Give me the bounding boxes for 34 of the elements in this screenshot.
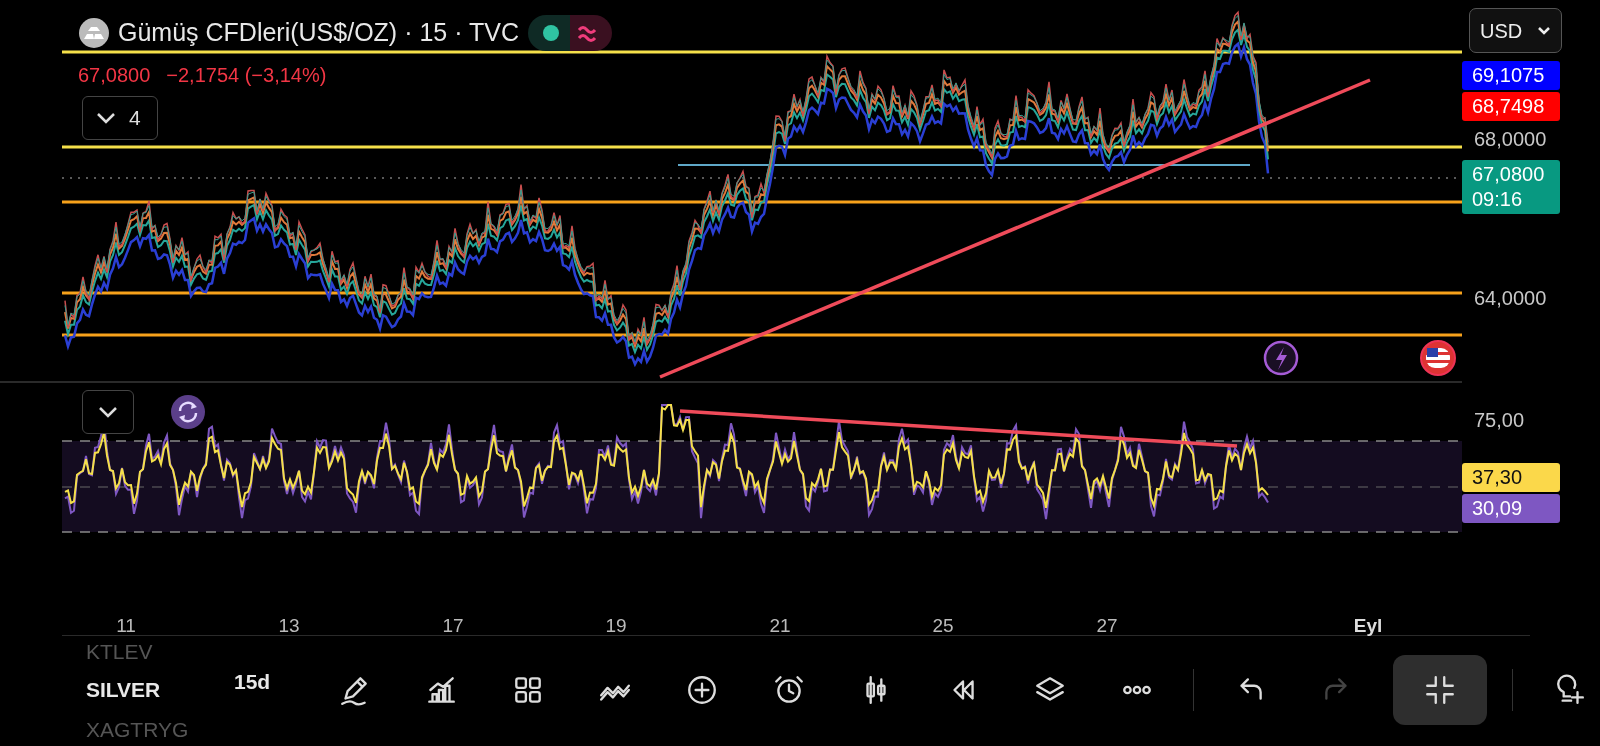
fullscreen-exit-icon[interactable]: [1393, 655, 1487, 725]
date-label: 13: [278, 614, 300, 638]
refresh-icon[interactable]: [170, 394, 206, 430]
market-status-icon[interactable]: [527, 14, 613, 52]
date-label: Eyl: [1353, 614, 1383, 638]
chevron-icon: [95, 111, 117, 125]
symbol-option[interactable]: SILVER: [86, 674, 161, 706]
lightning-icon[interactable]: [1263, 340, 1299, 376]
chevron-icon: [97, 405, 119, 419]
caret-icon: [1537, 25, 1551, 36]
price-change: −2,1754 (−3,14%): [166, 63, 327, 88]
ingot-icon: [78, 17, 110, 49]
flag-icon[interactable]: [1420, 340, 1456, 376]
date-label: 19: [605, 614, 627, 638]
axis-label: 68,0000: [1474, 127, 1547, 152]
date-label: 27: [1096, 614, 1118, 638]
date-label: 17: [442, 614, 464, 638]
axis-label: 64,0000: [1474, 286, 1547, 311]
symbol-title: Gümüş CFDleri(US$/OZ) · 15 · TVC: [118, 17, 519, 49]
currency-dropdown[interactable]: USD: [1469, 8, 1562, 53]
price-value: 30,09: [1472, 496, 1524, 521]
collapse-button[interactable]: [82, 390, 134, 434]
date-label: 25: [932, 614, 954, 638]
axis-label: 75,00: [1474, 408, 1525, 433]
price-value: 37,30: [1472, 465, 1524, 490]
price-value: 67,0800: [1472, 162, 1546, 187]
countdown-time: 09:16: [1472, 187, 1524, 212]
date-label: 11: [116, 614, 136, 638]
last-price: 67,0800: [78, 63, 151, 88]
indicators-toggle[interactable]: 4: [82, 96, 158, 140]
price-value: 69,1075: [1472, 63, 1546, 88]
date-label: 21: [769, 614, 791, 638]
price-value: 68,7498: [1472, 94, 1546, 119]
interval-label[interactable]: 15d: [234, 666, 271, 698]
